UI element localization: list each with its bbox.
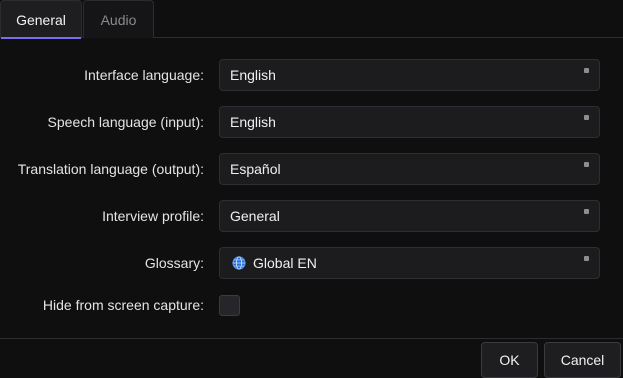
ok-button[interactable]: OK <box>481 342 538 378</box>
tab-audio[interactable]: Audio <box>83 0 154 38</box>
speech-language-row: Speech language (input): English <box>0 106 623 138</box>
translation-language-select[interactable]: Español <box>219 153 600 185</box>
interview-profile-value: General <box>230 208 280 224</box>
hide-capture-row: Hide from screen capture: <box>0 289 623 321</box>
interface-language-value: English <box>230 67 276 83</box>
dropdown-arrow-icon <box>584 115 589 120</box>
dropdown-arrow-icon <box>584 162 589 167</box>
glossary-select[interactable]: Global EN <box>219 247 600 279</box>
translation-language-label: Translation language (output): <box>17 161 204 177</box>
translation-language-row: Translation language (output): Español <box>0 153 623 185</box>
interview-profile-label: Interview profile: <box>102 208 204 224</box>
interface-language-row: Interface language: English <box>0 59 623 91</box>
dropdown-arrow-icon <box>584 68 589 73</box>
speech-language-label: Speech language (input): <box>47 114 204 130</box>
interview-profile-row: Interview profile: General <box>0 200 623 232</box>
dropdown-arrow-icon <box>584 209 589 214</box>
settings-tab-bar: General Audio <box>0 0 623 39</box>
interview-profile-select[interactable]: General <box>219 200 600 232</box>
interface-language-label: Interface language: <box>84 67 204 83</box>
hide-capture-label: Hide from screen capture: <box>42 297 204 313</box>
translation-language-value: Español <box>230 161 281 177</box>
speech-language-value: English <box>230 114 276 130</box>
glossary-label: Glossary: <box>144 255 204 271</box>
glossary-value: Global EN <box>253 255 317 271</box>
footer-divider <box>0 338 623 339</box>
speech-language-select[interactable]: English <box>219 106 600 138</box>
glossary-row: Glossary: Global EN <box>0 247 623 279</box>
globe-icon <box>232 256 246 270</box>
dropdown-arrow-icon <box>584 256 589 261</box>
hide-capture-checkbox[interactable] <box>219 295 240 316</box>
cancel-button[interactable]: Cancel <box>544 342 621 378</box>
interface-language-select[interactable]: English <box>219 59 600 91</box>
tab-general[interactable]: General <box>0 0 82 39</box>
